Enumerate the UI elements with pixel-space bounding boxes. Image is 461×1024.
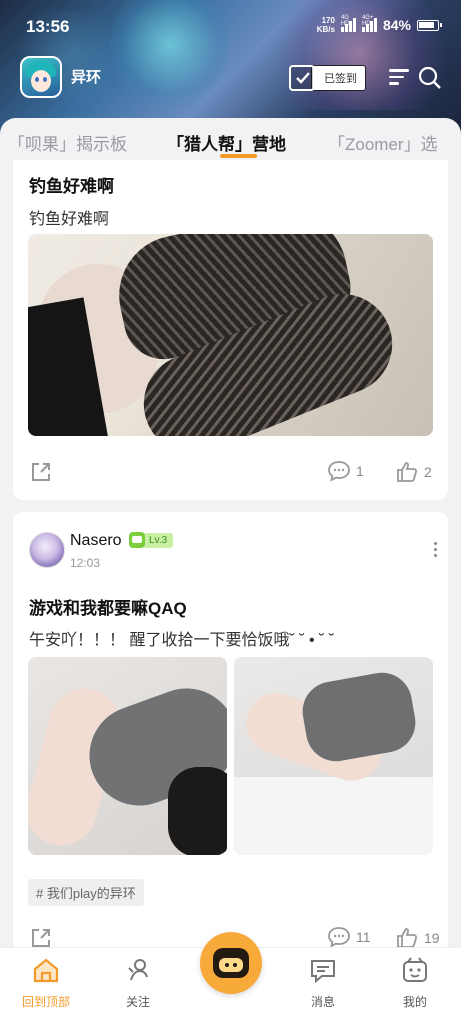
post-card[interactable]: Nasero Lv.3 12:03 游戏和我都要嘛QAQ 午安吖！！！ 醒了收拾… [13, 512, 448, 952]
status-bar: 13:56 170 KB/s 4G HD 4G+ HD 84% [0, 0, 461, 56]
tab-hunters-camp[interactable]: 「猎人帮」营地 [167, 130, 286, 155]
level-icon [129, 532, 145, 548]
battery-percent: 84% [382, 17, 411, 33]
app-name[interactable]: 异环 [71, 66, 101, 87]
avatar[interactable] [29, 532, 65, 568]
level-badge: Lv.3 [129, 532, 174, 548]
post-title[interactable]: 钓鱼好难啊 [29, 172, 114, 197]
like-count: 19 [424, 930, 440, 946]
signal-icon-sim1: 4G HD [340, 15, 356, 32]
network-speed: 170 KB/s [316, 16, 335, 34]
tab-beiguo[interactable]: 「呗果」揭示板 [8, 130, 127, 155]
thumbs-up-icon [397, 462, 418, 482]
comment-icon [328, 927, 350, 948]
nav-profile[interactable]: 我的 [385, 956, 445, 1010]
signal-icon-sim2: 4G+ HD [361, 15, 377, 32]
checkin-button[interactable]: 已签到 [289, 65, 366, 91]
topic-tag[interactable]: # 我们play的异环 [28, 879, 144, 906]
comment-count: 11 [356, 929, 371, 945]
battery-icon [417, 19, 442, 31]
home-icon [33, 958, 59, 983]
post-card[interactable]: 钓鱼好难啊 钓鱼好难啊 1 2 [13, 160, 448, 500]
share-icon[interactable] [29, 460, 53, 489]
post-image[interactable] [234, 657, 433, 855]
checkin-label: 已签到 [311, 65, 366, 91]
follow-icon [128, 959, 148, 981]
post-image[interactable] [28, 234, 433, 436]
comment-button[interactable]: 1 [327, 460, 364, 482]
post-actions: 1 2 [13, 458, 448, 488]
like-count: 2 [424, 464, 432, 480]
post-body[interactable]: 午安吖！！！ 醒了收拾一下要恰饭哦˘ ˘ • ˘ ˘ [29, 626, 334, 650]
nav-follow[interactable]: 关注 [108, 956, 168, 1010]
nav-center-mascot-button[interactable] [200, 932, 262, 994]
active-tab-indicator [220, 154, 257, 158]
tab-zoomer[interactable]: 「Zoomer」选 [328, 130, 438, 155]
post-title[interactable]: 游戏和我都要嘛QAQ [29, 594, 187, 619]
comment-icon [328, 461, 350, 482]
like-button[interactable]: 19 [395, 926, 440, 950]
search-icon[interactable] [418, 66, 442, 90]
like-button[interactable]: 2 [395, 460, 432, 484]
bottom-navigation: 回到顶部 关注 消息 我的 [0, 932, 461, 1024]
checkin-check-icon [289, 65, 315, 91]
menu-icon[interactable] [389, 69, 409, 87]
author-name[interactable]: Nasero [70, 532, 122, 550]
nav-messages[interactable]: 消息 [293, 956, 353, 1010]
comment-count: 1 [356, 463, 364, 479]
post-time: 12:03 [70, 556, 101, 570]
thumbs-up-icon [397, 928, 418, 948]
more-options-icon[interactable] [434, 542, 438, 560]
post-image[interactable] [28, 657, 227, 855]
mascot-icon [213, 948, 249, 978]
nav-back-to-top[interactable]: 回到顶部 [16, 956, 76, 1010]
comment-button[interactable]: 11 [327, 926, 371, 948]
status-indicators: 170 KB/s 4G HD 4G+ HD 84% [316, 15, 442, 34]
status-time: 13:56 [26, 17, 70, 36]
post-body[interactable]: 钓鱼好难啊 [29, 205, 109, 229]
message-icon [311, 960, 335, 984]
app-logo-icon[interactable] [20, 56, 62, 98]
profile-icon [403, 957, 427, 982]
app-bar: 异环 已签到 [0, 54, 461, 102]
